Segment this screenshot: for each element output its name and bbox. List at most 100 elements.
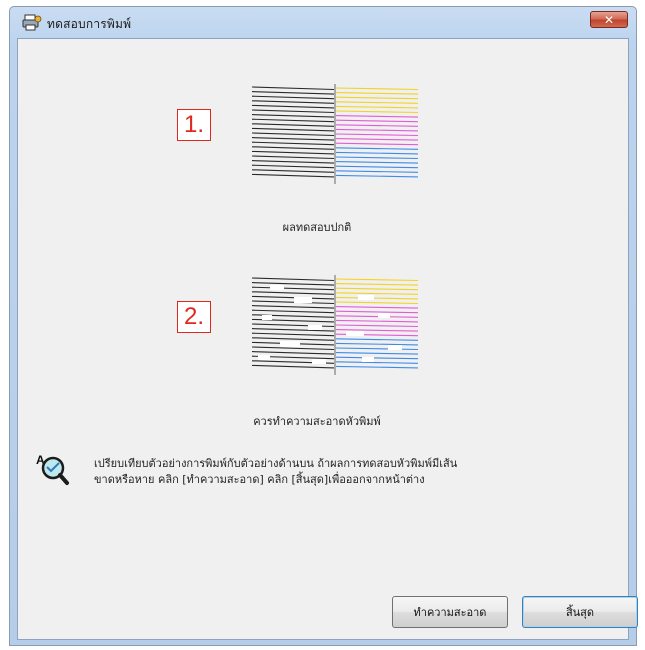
pattern1-color-line — [335, 156, 419, 160]
pattern-number-1: 1. — [177, 109, 211, 141]
pattern1-color-line — [335, 101, 419, 104]
dialog-content: 1. ผลทดสอบปกติ 2. ควรทำความสะอาดหัวพิมพ์… — [17, 38, 638, 640]
pattern1-black-line — [251, 104, 335, 109]
pattern2-black-line — [251, 282, 335, 286]
print-check-dialog: ทดสอบการพิมพ์ ✕ 1. ผลทดสอบปกติ 2. ควรทำค… — [9, 6, 638, 646]
pattern1-color-line — [335, 87, 419, 91]
pattern1-black-line — [251, 123, 335, 127]
instruction-text: เปรียบเทียบตัวอย่างการพิมพ์กับตัวอย่างด้… — [94, 456, 614, 488]
instruction-line-1: เปรียบเทียบตัวอย่างการพิมพ์กับตัวอย่างด้… — [94, 457, 458, 470]
pattern2-color-line — [335, 310, 419, 314]
pattern1-color-line — [335, 174, 419, 178]
pattern2-color-line — [335, 347, 419, 351]
pattern1-color-line — [335, 170, 419, 173]
pattern2-color-line — [335, 352, 419, 355]
pattern1-black-line — [251, 173, 335, 178]
pattern2-missing-gap — [362, 357, 374, 362]
clean-button[interactable]: ทำความสะอาด — [392, 596, 508, 628]
pattern1-color-line — [335, 138, 419, 141]
pattern1-color-line — [335, 147, 419, 150]
pattern2-black-line — [251, 277, 335, 282]
close-button[interactable]: ✕ — [590, 11, 628, 28]
pattern2-color-line — [335, 329, 419, 332]
pattern2-missing-gap — [378, 313, 390, 318]
pattern2-color-line — [335, 278, 419, 282]
pattern1-color-line — [335, 133, 419, 137]
pattern2-color-line — [335, 361, 419, 364]
pattern2-color-line — [335, 324, 419, 328]
pattern2-color-line — [335, 301, 419, 305]
pattern1-color-line — [335, 161, 419, 164]
pattern2-color-line — [335, 338, 419, 341]
pattern1-color-line — [335, 115, 419, 118]
pattern2-black-line — [251, 309, 335, 314]
pattern2-black-line — [251, 305, 335, 309]
pattern2-black-line — [251, 300, 335, 305]
pattern2-black-line — [251, 291, 335, 295]
pattern1-black-line — [251, 137, 335, 141]
pattern2-color-line — [335, 356, 419, 360]
pattern1-color-line — [335, 110, 419, 114]
pattern2-color-line — [335, 365, 419, 369]
nozzle-check-pattern-normal — [251, 84, 419, 184]
pattern1-black-line — [251, 155, 335, 160]
pattern2-black-line — [251, 332, 335, 337]
finish-button[interactable]: สิ้นสุด — [522, 596, 638, 628]
printer-app-icon — [22, 14, 42, 31]
pattern2-color-line — [335, 283, 419, 286]
pattern2-color-line — [335, 306, 419, 309]
pattern2-missing-gap — [262, 315, 272, 320]
pattern2-missing-gap — [358, 295, 374, 300]
pattern2-color-line — [335, 342, 419, 346]
pattern1-black-line — [251, 164, 335, 169]
pattern1-black-line — [251, 118, 335, 123]
pattern1-black-line — [251, 127, 335, 132]
pattern1-black-line — [251, 109, 335, 114]
pattern1-black-line — [251, 150, 335, 155]
window-title: ทดสอบการพิมพ์ — [47, 17, 132, 31]
pattern2-black-line — [251, 295, 335, 300]
pattern1-black-line — [251, 95, 335, 100]
pattern2-color-line — [335, 287, 419, 291]
pattern2-missing-gap — [270, 285, 284, 290]
pattern2-black-line — [251, 351, 335, 355]
pattern2-black-line — [251, 364, 335, 369]
pattern2-black-line — [251, 346, 335, 351]
pattern1-black-line — [251, 114, 335, 118]
pattern-caption-normal: ผลทดสอบปกติ — [282, 221, 352, 234]
pattern1-color-line — [335, 92, 419, 95]
pattern2-missing-gap — [388, 345, 402, 350]
pattern1-color-line — [335, 119, 419, 123]
pattern2-color-line — [335, 296, 419, 300]
pattern1-black-line — [251, 141, 335, 146]
nozzle-check-pattern-missing — [251, 275, 419, 375]
pattern2-missing-gap — [308, 325, 322, 330]
pattern1-black-line — [251, 100, 335, 104]
pattern1-color-line — [335, 124, 419, 127]
pattern2-missing-gap — [346, 331, 364, 336]
pattern1-black-line — [251, 169, 335, 173]
pattern1-black-line — [251, 132, 335, 137]
pattern1-color-line — [335, 165, 419, 169]
pattern1-black-line — [251, 91, 335, 95]
pattern1-color-line — [335, 96, 419, 100]
pattern1-color-line — [335, 128, 419, 132]
pattern2-missing-gap — [312, 359, 326, 364]
pattern1-color-line — [335, 105, 419, 109]
magnifier-icon: A — [36, 453, 69, 485]
pattern1-black-line — [251, 86, 335, 91]
pattern2-missing-gap — [280, 341, 300, 347]
pattern2-color-line — [335, 292, 419, 295]
pattern2-black-line — [251, 286, 335, 291]
pattern1-black-line — [251, 160, 335, 164]
title-bar: ทดสอบการพิมพ์ ✕ — [10, 7, 636, 37]
pattern2-missing-gap — [258, 355, 270, 360]
pattern1-color-line — [335, 151, 419, 155]
pattern-caption-clean: ควรทำความสะอาดหัวพิมพ์ — [253, 415, 381, 428]
pattern2-missing-gap — [294, 297, 312, 303]
pattern2-color-line — [335, 315, 419, 318]
close-icon: ✕ — [603, 12, 615, 27]
pattern1-color-line — [335, 142, 419, 146]
pattern1-black-line — [251, 146, 335, 150]
pattern-number-2: 2. — [177, 301, 211, 333]
